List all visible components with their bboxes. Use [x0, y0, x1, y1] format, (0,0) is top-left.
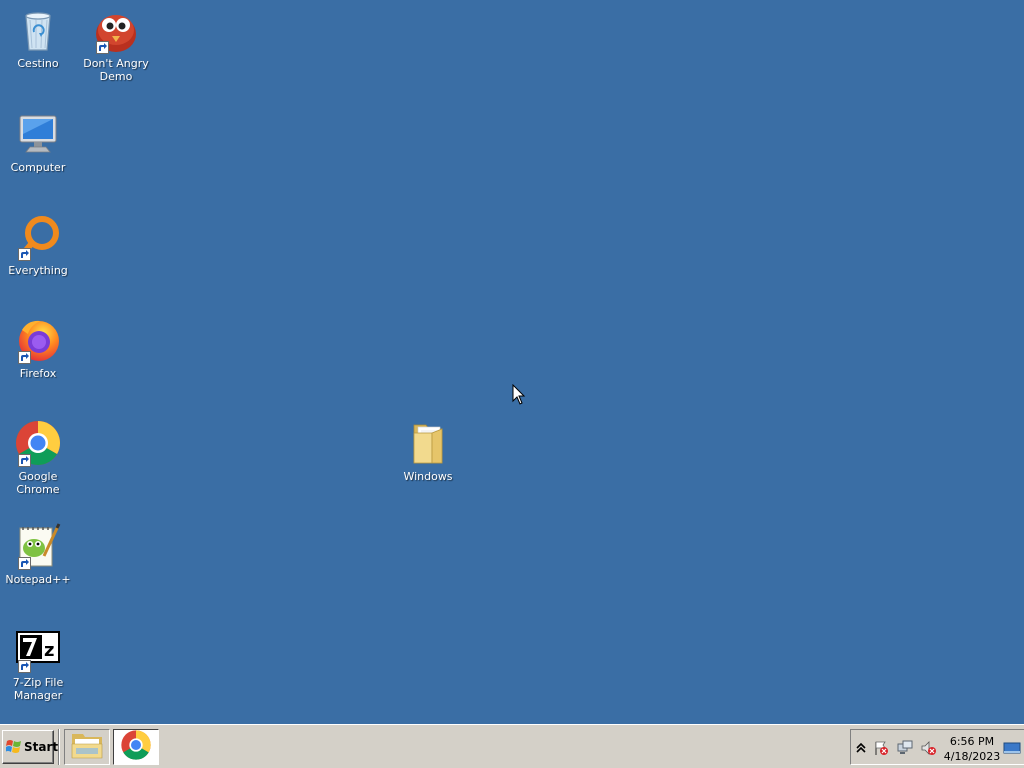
explorer-folder-icon — [70, 730, 104, 764]
red-bird-icon — [92, 6, 140, 54]
desktop-icon-computer[interactable]: Computer — [0, 110, 76, 174]
notepadpp-icon — [14, 522, 62, 570]
shortcut-arrow-icon — [18, 248, 31, 261]
network-icon[interactable] — [897, 740, 913, 756]
shortcut-arrow-icon — [18, 454, 31, 467]
desktop-icon-firefox[interactable]: Firefox — [0, 316, 76, 380]
sevenzip-icon: z — [14, 625, 62, 673]
desktop-icon-notepadpp[interactable]: Notepad++ — [0, 522, 76, 586]
start-button[interactable]: Start — [2, 730, 58, 764]
show-desktop-icon[interactable] — [1003, 740, 1021, 756]
shortcut-arrow-icon — [18, 660, 31, 673]
desktop-icon-dont-angry-demo[interactable]: Don't Angry Demo — [78, 6, 154, 83]
chrome-icon — [14, 419, 62, 467]
action-center-flag-icon[interactable] — [873, 740, 889, 756]
desktop-icon-label: Everything — [8, 264, 68, 277]
taskbar: Start 6:56 PM 4/18/2023 — [0, 724, 1024, 768]
taskbar-app-explorer[interactable] — [64, 729, 110, 765]
desktop-icon-label: 7-Zip File Manager — [12, 676, 64, 702]
desktop-icon-windows-folder[interactable]: Windows — [390, 419, 466, 483]
desktop-icon-label: Cestino — [17, 57, 59, 70]
shortcut-arrow-icon — [96, 41, 109, 54]
system-tray: 6:56 PM 4/18/2023 — [850, 729, 1024, 765]
svg-text:z: z — [44, 640, 54, 661]
windows-logo-icon — [5, 738, 22, 757]
firefox-icon — [14, 316, 62, 364]
recycle-bin-icon — [14, 6, 62, 54]
taskbar-separator — [58, 729, 60, 765]
show-hidden-icons-icon[interactable] — [853, 740, 869, 756]
desktop-icon-google-chrome[interactable]: Google Chrome — [0, 419, 76, 496]
desktop-icon-label: Don't Angry Demo — [83, 57, 149, 83]
clock-date: 4/18/2023 — [943, 750, 1001, 763]
desktop-icon-everything[interactable]: Everything — [0, 213, 76, 277]
computer-icon — [14, 110, 62, 158]
desktop-icon-label: Google Chrome — [16, 470, 60, 496]
desktop-icon-cestino[interactable]: Cestino — [0, 6, 76, 70]
taskbar-clock[interactable]: 6:56 PM 4/18/2023 — [943, 734, 1001, 764]
desktop-icon-7zip[interactable]: z 7-Zip File Manager — [0, 625, 76, 702]
mouse-cursor-icon — [512, 383, 526, 406]
shortcut-arrow-icon — [18, 557, 31, 570]
desktop-icon-label: Notepad++ — [5, 573, 71, 586]
shortcut-arrow-icon — [18, 351, 31, 364]
desktop[interactable]: Cestino Don't Angry Demo Computer Everyt… — [0, 0, 1024, 724]
everything-search-icon — [14, 213, 62, 261]
desktop-icon-label: Computer — [10, 161, 66, 174]
start-label: Start — [24, 740, 59, 754]
taskbar-app-chrome[interactable] — [113, 729, 159, 765]
folder-icon — [404, 419, 452, 467]
clock-time: 6:56 PM — [949, 735, 995, 748]
chrome-icon — [120, 729, 152, 765]
desktop-icon-label: Windows — [403, 470, 453, 483]
desktop-icon-label: Firefox — [19, 367, 57, 380]
volume-muted-icon[interactable] — [921, 740, 937, 756]
